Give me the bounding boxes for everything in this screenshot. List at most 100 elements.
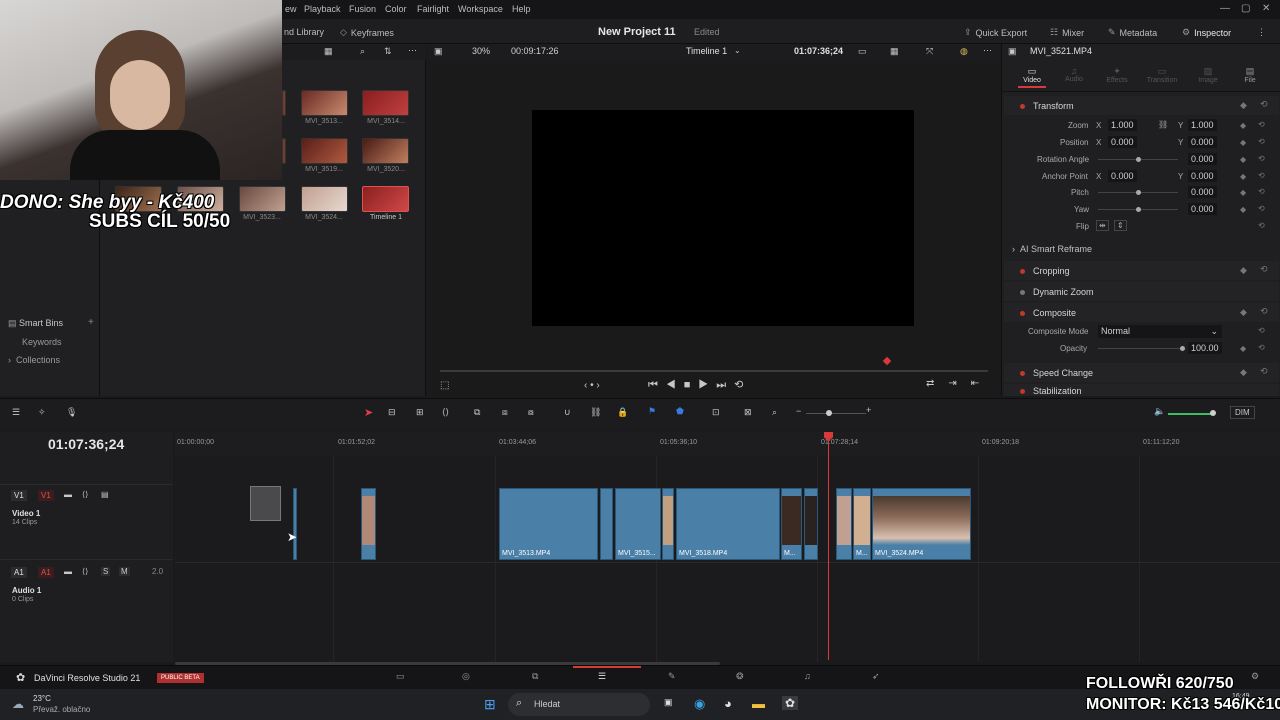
reset-icon[interactable]: ⟲ xyxy=(1258,171,1265,180)
timeline-clip[interactable] xyxy=(662,488,674,560)
page-timeline-icon[interactable]: ☰ xyxy=(598,671,606,682)
taskbar-search[interactable]: ⌕ Hledat xyxy=(508,693,650,716)
collections-item[interactable]: › Collections xyxy=(8,355,60,365)
page-edit-icon[interactable]: ⧉ xyxy=(532,671,538,682)
zoom-y-field[interactable]: 1.000 xyxy=(1188,119,1217,131)
keywords-item[interactable]: Keywords xyxy=(22,337,62,347)
quick-export-button[interactable]: ⇪ Quick Export xyxy=(964,27,1027,38)
tab-video[interactable]: ▭ Video xyxy=(1018,66,1046,88)
sort-icon[interactable]: ⇅ xyxy=(384,46,392,57)
loop-icon[interactable]: ⟲ xyxy=(734,379,751,391)
page-deliver-icon[interactable]: ➶ xyxy=(872,671,880,682)
stabilization-section[interactable]: Stabilization xyxy=(1004,384,1279,396)
yaw-field[interactable]: 0.000 xyxy=(1188,203,1217,215)
viewer-layout-icon[interactable]: ▣ xyxy=(434,46,443,57)
timeline-clip[interactable] xyxy=(804,488,818,560)
keyframe-icon[interactable]: ◆ xyxy=(1240,367,1247,378)
windows-start-icon[interactable]: ⊞ xyxy=(484,696,496,713)
reset-icon[interactable]: ⟲ xyxy=(1260,366,1268,377)
zoom-level[interactable]: 30% xyxy=(472,46,490,56)
keyframe-icon[interactable]: ◆ xyxy=(1240,121,1246,130)
clip-thumbnail[interactable] xyxy=(239,186,286,212)
a1-source-button[interactable]: A1 xyxy=(11,567,27,578)
volume-slider[interactable] xyxy=(1168,413,1214,415)
obs-icon[interactable]: ◕ xyxy=(724,696,732,711)
clip-thumbnail-partial[interactable] xyxy=(282,90,286,116)
timeline-view-icon[interactable]: ☰ xyxy=(12,407,20,418)
menu-fusion[interactable]: Fusion xyxy=(349,4,376,14)
clip-thumbnail[interactable] xyxy=(301,186,348,212)
keyframe-icon[interactable]: ◆ xyxy=(1240,344,1246,353)
dynamic-trim-icon[interactable]: ⟨⟩ xyxy=(442,407,449,418)
reset-icon[interactable]: ⟲ xyxy=(1258,204,1265,213)
viewer-more-icon[interactable]: ⋯ xyxy=(983,45,992,56)
keyframe-icon[interactable]: ◆ xyxy=(1240,205,1246,214)
maximize-icon[interactable]: ▢ xyxy=(1241,3,1250,14)
menu-workspace[interactable]: Workspace xyxy=(458,4,503,14)
timeline-clip[interactable] xyxy=(361,488,376,560)
select-tool-icon[interactable]: ➤ xyxy=(364,406,373,419)
scrubber-track[interactable] xyxy=(440,370,988,372)
timeline-clip[interactable] xyxy=(293,488,297,560)
grid-view-icon[interactable]: ▦ xyxy=(324,46,333,57)
clip-thumbnail-partial[interactable] xyxy=(282,138,286,164)
volume-handle[interactable] xyxy=(1210,410,1216,416)
dim-button[interactable]: DIM xyxy=(1230,406,1255,419)
smart-bins-header[interactable]: ▤ Smart Bins xyxy=(8,318,63,329)
keyframe-icon[interactable]: ◆ xyxy=(1240,100,1247,111)
more-options-icon[interactable]: ⋮ xyxy=(1257,27,1266,38)
clip-thumbnail[interactable] xyxy=(301,138,348,164)
video-track-name[interactable]: Video 1 xyxy=(12,509,40,518)
rotation-field[interactable]: 0.000 xyxy=(1188,153,1217,165)
inspector-button[interactable]: ⚙ Inspector xyxy=(1182,27,1231,38)
composite-section[interactable]: Composite ◆ ⟲ xyxy=(1004,303,1279,322)
page-fusion-icon[interactable]: ✎ xyxy=(668,671,676,682)
a1-dest-button[interactable]: A1 xyxy=(38,567,54,578)
timeline-thumbnail[interactable] xyxy=(362,186,409,212)
zoom-in-icon[interactable]: + xyxy=(866,405,871,415)
clip-thumbnail[interactable] xyxy=(362,90,409,116)
zoom-full-icon[interactable]: ⊡ xyxy=(712,407,720,418)
overwrite-clip-icon[interactable]: ⧈ xyxy=(502,407,508,418)
track-visibility-icon[interactable]: ▤ xyxy=(101,490,109,499)
trim-tool-icon[interactable]: ⊟ xyxy=(388,407,396,418)
solo-button[interactable]: S xyxy=(101,567,111,576)
auto-select-icon[interactable]: ⟨⟩ xyxy=(82,490,88,499)
skip-forward-icon[interactable]: ⏭ xyxy=(716,379,734,391)
inspector-pin-icon[interactable]: ▣ xyxy=(1008,46,1017,57)
flag-icon[interactable]: ⚑ xyxy=(648,406,656,417)
tab-effects[interactable]: ✦ Effects xyxy=(1102,66,1132,84)
reset-icon[interactable]: ⟲ xyxy=(1258,137,1265,146)
zoom-detail-icon[interactable]: ⊠ xyxy=(744,407,752,418)
metadata-button[interactable]: ✎ Metadata xyxy=(1108,27,1157,38)
mixer-button[interactable]: ☷ Mixer xyxy=(1050,27,1084,38)
keyframe-icon[interactable]: ◆ xyxy=(1240,155,1246,164)
slider-handle[interactable] xyxy=(1136,157,1141,162)
enable-dot[interactable] xyxy=(1020,311,1025,316)
playhead[interactable] xyxy=(828,432,829,660)
timeline-clip[interactable]: MVI_3524.MP4 xyxy=(872,488,971,560)
menu-fairlight[interactable]: Fairlight xyxy=(417,4,449,14)
keyframe-icon[interactable]: ◆ xyxy=(1240,172,1246,181)
opacity-field[interactable]: 100.00 xyxy=(1188,342,1222,354)
zoom-out-icon[interactable]: − xyxy=(796,406,801,416)
more-icon[interactable]: ⋯ xyxy=(408,45,417,56)
marker-icon[interactable]: ⬟ xyxy=(676,406,684,417)
effects-icon[interactable]: ✧ xyxy=(38,407,46,418)
page-color-icon[interactable]: ❂ xyxy=(736,671,744,682)
enable-dot[interactable] xyxy=(1020,104,1025,109)
pitch-field[interactable]: 0.000 xyxy=(1188,186,1217,198)
chevron-down-icon[interactable]: ⌄ xyxy=(734,46,741,55)
dynamic-zoom-section[interactable]: Dynamic Zoom xyxy=(1004,282,1279,301)
timeline-name[interactable]: Timeline 1 xyxy=(686,46,727,56)
slider-handle[interactable] xyxy=(1136,190,1141,195)
reset-icon[interactable]: ⟲ xyxy=(1260,306,1268,317)
transform-icon[interactable]: ⤧ xyxy=(926,46,933,57)
timeline-clip[interactable]: M... xyxy=(853,488,871,560)
keyframe-icon[interactable]: ◆ xyxy=(1240,307,1247,318)
tab-audio[interactable]: ♫ Audio xyxy=(1060,66,1088,83)
menu-help[interactable]: Help xyxy=(512,4,531,14)
lock-track-icon[interactable]: ▬ xyxy=(64,490,72,499)
audio-track-name[interactable]: Audio 1 xyxy=(12,586,41,595)
viewer-screen[interactable] xyxy=(532,110,914,326)
